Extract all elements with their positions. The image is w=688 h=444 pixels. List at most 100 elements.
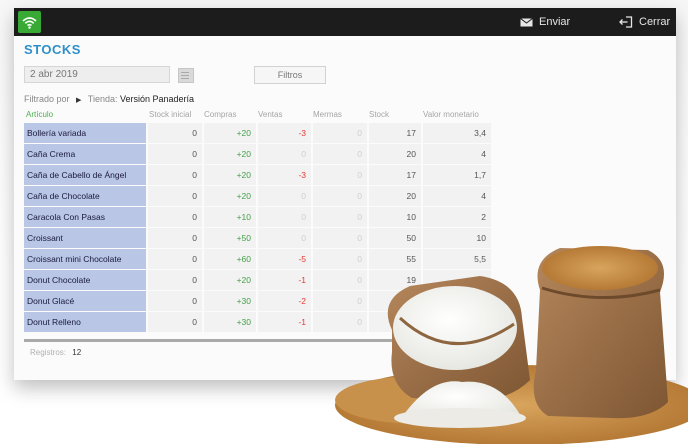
cell-stock-inicial: 0 — [148, 249, 202, 269]
cell-mermas: 0 — [313, 228, 367, 248]
top-bar: Enviar Cerrar — [14, 8, 676, 36]
logout-icon — [619, 16, 633, 28]
cell-ventas: 0 — [258, 207, 311, 227]
cell-valor — [423, 291, 491, 311]
record-count-label: Registros: — [30, 348, 67, 357]
cell-stock: 17 — [369, 123, 421, 143]
cell-ventas: -1 — [258, 270, 311, 290]
cell-articulo: Caña de Cabello de Ángel — [24, 165, 146, 185]
record-count-value: 12 — [72, 348, 82, 357]
cell-stock-inicial: 0 — [148, 186, 202, 206]
cell-articulo: Donut Chocolate — [24, 270, 146, 290]
calendar-icon[interactable] — [178, 68, 194, 83]
cell-mermas: 0 — [313, 291, 367, 311]
cell-valor — [423, 312, 491, 332]
envelope-icon — [520, 17, 533, 26]
cell-stock — [369, 291, 421, 311]
cell-stock: 20 — [369, 186, 421, 206]
cell-stock: 50 — [369, 228, 421, 248]
cell-articulo: Caña Crema — [24, 144, 146, 164]
cell-mermas: 0 — [313, 165, 367, 185]
cell-stock-inicial: 0 — [148, 207, 202, 227]
cell-articulo: Caña de Chocolate — [24, 186, 146, 206]
table-row[interactable]: Caña de Chocolate 0 +20 0 0 20 4 — [24, 186, 491, 206]
cell-valor: 3,8 — [423, 270, 491, 290]
cell-valor: 4 — [423, 186, 491, 206]
column-header-valor[interactable]: Valor monetario — [423, 110, 479, 119]
cell-ventas: -2 — [258, 291, 311, 311]
cell-ventas: 0 — [258, 144, 311, 164]
send-label: Enviar — [539, 16, 571, 28]
cell-compras: +60 — [204, 249, 256, 269]
cell-compras: +10 — [204, 207, 256, 227]
close-button[interactable]: Cerrar — [619, 8, 670, 36]
filter-prefix: Filtrado por — [24, 94, 70, 104]
date-input[interactable] — [24, 66, 170, 83]
filter-value: Versión Panadería — [119, 94, 195, 104]
table-row[interactable]: Caña Crema 0 +20 0 0 20 4 — [24, 144, 491, 164]
cell-stock-inicial: 0 — [148, 270, 202, 290]
cell-mermas: 0 — [313, 207, 367, 227]
close-label: Cerrar — [639, 16, 671, 28]
table-row[interactable]: Croissant 0 +50 0 0 50 10 — [24, 228, 491, 248]
record-count: Registros: 12 — [30, 348, 81, 357]
cell-mermas: 0 — [313, 123, 367, 143]
cell-stock-inicial: 0 — [148, 165, 202, 185]
cell-valor: 10 — [423, 228, 491, 248]
stock-table: Artículo Stock inicial Compras Ventas Me… — [24, 108, 491, 332]
cell-articulo: Bollería variada — [24, 123, 146, 143]
cell-valor: 3,4 — [423, 123, 491, 143]
table-row[interactable]: Donut Glacé 0 +30 -2 0 — [24, 291, 491, 311]
column-header-stock-inicial[interactable]: Stock inicial — [149, 110, 191, 119]
table-scrollbar[interactable] — [24, 339, 491, 342]
cell-compras: +30 — [204, 312, 256, 332]
page-title: STOCKS — [24, 42, 81, 57]
column-header-articulo[interactable]: Artículo — [26, 110, 53, 119]
wifi-icon[interactable] — [18, 11, 41, 33]
cell-stock: 55 — [369, 249, 421, 269]
table-row[interactable]: Donut Chocolate 0 +20 -1 0 19 3,8 — [24, 270, 491, 290]
cell-ventas: -3 — [258, 165, 311, 185]
triangle-right-icon: ▶ — [76, 97, 82, 104]
cell-ventas: -3 — [258, 123, 311, 143]
cell-valor: 1,7 — [423, 165, 491, 185]
cell-compras: +30 — [204, 291, 256, 311]
cell-valor: 4 — [423, 144, 491, 164]
filter-summary: Filtrado por ▶ Tienda: Versión Panadería — [24, 94, 194, 104]
table-body: Bollería variada 0 +20 -3 0 17 3,4 Caña Crema 0 +… — [24, 123, 491, 332]
cell-stock-inicial: 0 — [148, 123, 202, 143]
cell-ventas: 0 — [258, 228, 311, 248]
table-row[interactable]: Bollería variada 0 +20 -3 0 17 3,4 — [24, 123, 491, 143]
cell-articulo: Croissant mini Chocolate — [24, 249, 146, 269]
cell-mermas: 0 — [313, 249, 367, 269]
table-row[interactable]: Donut Relleno 0 +30 -1 0 — [24, 312, 491, 332]
cell-articulo: Caracola Con Pasas — [24, 207, 146, 227]
cell-stock: 20 — [369, 144, 421, 164]
cell-mermas: 0 — [313, 144, 367, 164]
cell-stock-inicial: 0 — [148, 144, 202, 164]
column-header-ventas[interactable]: Ventas — [258, 110, 282, 119]
cell-compras: +50 — [204, 228, 256, 248]
table-row[interactable]: Caracola Con Pasas 0 +10 0 0 10 2 — [24, 207, 491, 227]
cell-compras: +20 — [204, 270, 256, 290]
cell-mermas: 0 — [313, 312, 367, 332]
table-row[interactable]: Croissant mini Chocolate 0 +60 -5 0 55 5,5 — [24, 249, 491, 269]
cell-stock-inicial: 0 — [148, 228, 202, 248]
app-window: Enviar Cerrar STOCKS Filtros Filtrado po… — [14, 8, 676, 380]
cell-stock: 19 — [369, 270, 421, 290]
cell-stock-inicial: 0 — [148, 312, 202, 332]
cell-compras: +20 — [204, 123, 256, 143]
filter-button[interactable]: Filtros — [254, 66, 326, 84]
column-header-stock[interactable]: Stock — [369, 110, 389, 119]
cell-ventas: -1 — [258, 312, 311, 332]
cell-compras: +20 — [204, 144, 256, 164]
cell-valor: 5,5 — [423, 249, 491, 269]
send-button[interactable]: Enviar — [520, 8, 570, 36]
table-row[interactable]: Caña de Cabello de Ángel 0 +20 -3 0 17 1,7 — [24, 165, 491, 185]
cell-compras: +20 — [204, 165, 256, 185]
column-header-compras[interactable]: Compras — [204, 110, 236, 119]
cell-stock — [369, 312, 421, 332]
cell-ventas: -5 — [258, 249, 311, 269]
column-header-mermas[interactable]: Mermas — [313, 110, 342, 119]
cell-articulo: Donut Relleno — [24, 312, 146, 332]
